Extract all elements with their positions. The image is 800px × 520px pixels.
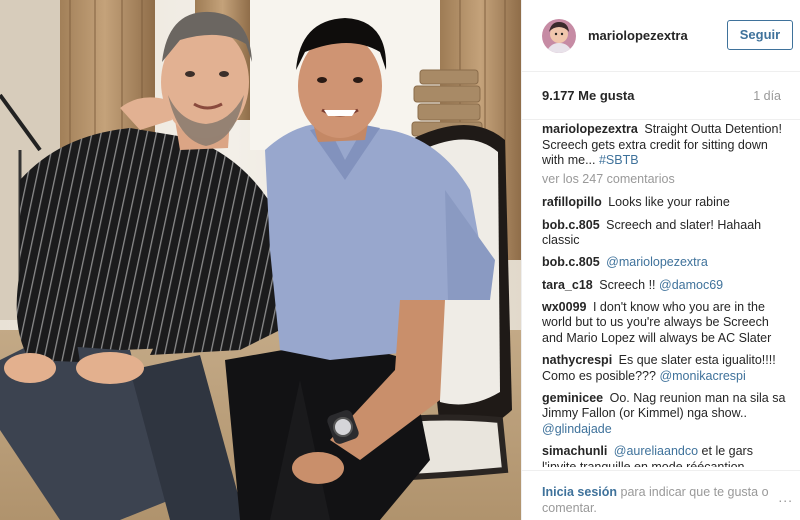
comment-item: wx0099 I don't know who you are in the w… (542, 300, 787, 347)
post-stats: 9.177 Me gusta 1 día (522, 72, 800, 120)
comment-username[interactable]: simachunli (542, 444, 607, 458)
comment-mention[interactable]: @damoc69 (659, 278, 723, 292)
avatar[interactable] (542, 18, 576, 53)
comment-item: rafillopillo Looks like your rabine (542, 195, 787, 211)
comment-username[interactable]: rafillopillo (542, 195, 602, 209)
username[interactable]: mariolopezextra (588, 28, 688, 43)
login-link[interactable]: Inicia sesión (542, 485, 617, 499)
likes-count[interactable]: 9.177 Me gusta (542, 88, 635, 103)
caption-username[interactable]: mariolopezextra (542, 122, 638, 136)
post-panel: mariolopezextra Seguir 9.177 Me gusta 1 … (521, 0, 800, 520)
comment-item: nathycrespi Es que slater esta igualito!… (542, 353, 787, 384)
comments-list[interactable]: mariolopezextra Straight Outta Detention… (542, 122, 787, 467)
post-photo[interactable] (0, 0, 521, 520)
comment-item: bob.c.805 Screech and slater! Hahaah cla… (542, 218, 787, 249)
comment-item: tara_c18 Screech !! @damoc69 (542, 278, 787, 294)
comment-text: Looks like your rabine (608, 195, 730, 210)
comment-username[interactable]: nathycrespi (542, 353, 612, 367)
post-footer: Inicia sesión para indicar que te gusta … (522, 470, 800, 520)
comment-text: Screech !! (599, 277, 656, 292)
comment-mention[interactable]: @glindajade (542, 422, 612, 436)
comment-mention[interactable]: @monikacrespi (659, 369, 745, 383)
post-view: mariolopezextra Seguir 9.177 Me gusta 1 … (0, 0, 800, 520)
post-header: mariolopezextra Seguir (522, 0, 800, 72)
more-options-icon[interactable]: ... (778, 489, 793, 505)
comment-username[interactable]: bob.c.805 (542, 218, 600, 232)
photo-illustration (0, 0, 521, 520)
post-time[interactable]: 1 día (753, 89, 781, 103)
comment-username[interactable]: geminicee (542, 391, 603, 405)
view-all-comments-link[interactable]: ver los 247 comentarios (542, 172, 787, 188)
caption-hashtag[interactable]: #SBTB (599, 153, 639, 167)
comment-item: simachunli @aureliaandco et le gars l'in… (542, 444, 787, 467)
avatar-icon (542, 18, 576, 53)
comment-item: bob.c.805 @mariolopezextra (542, 255, 787, 271)
comment-username[interactable]: bob.c.805 (542, 255, 600, 269)
comment-username[interactable]: wx0099 (542, 300, 586, 314)
comment-mention[interactable]: @mariolopezextra (606, 255, 708, 269)
comment-mention[interactable]: @aureliaandco (614, 444, 698, 458)
comment-username[interactable]: tara_c18 (542, 278, 593, 292)
follow-button[interactable]: Seguir (727, 20, 793, 50)
post-caption: mariolopezextra Straight Outta Detention… (542, 122, 787, 169)
comment-item: geminicee Oo. Nag reunion man na sila sa… (542, 391, 787, 438)
